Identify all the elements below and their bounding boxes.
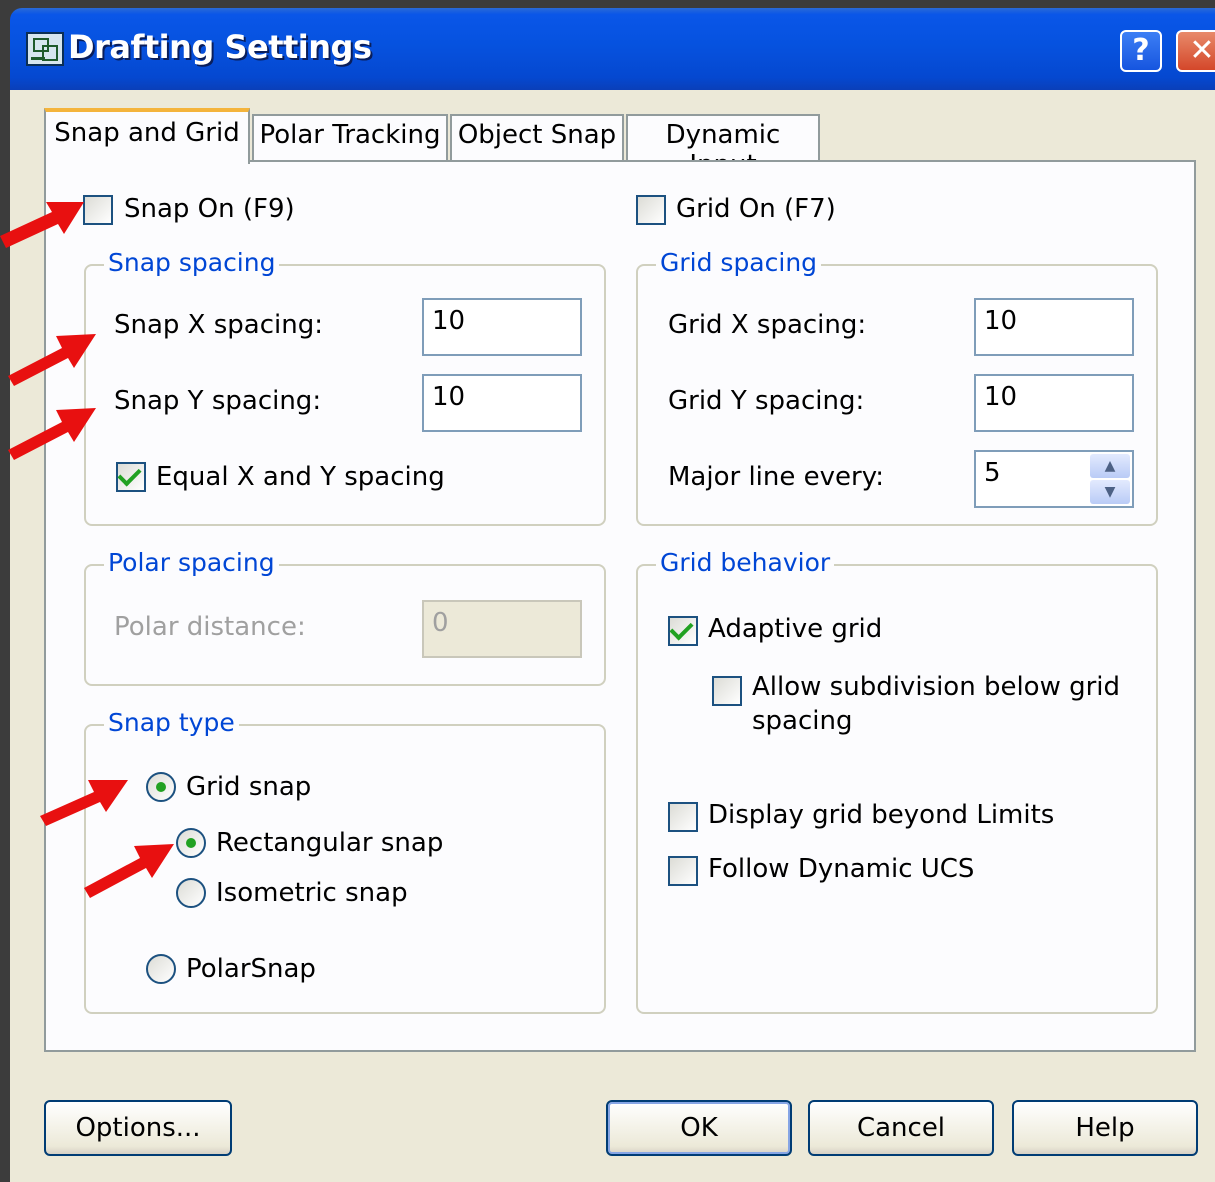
polarsnap-label: PolarSnap [186,954,316,984]
rectangular-snap-radio[interactable] [176,828,206,858]
grid-x-input[interactable]: 10 [974,298,1134,356]
snap-on-label: Snap On (F9) [124,194,295,224]
snap-spacing-group: Snap spacing Snap X spacing: 10 Snap Y s… [84,248,606,526]
spin-up-icon[interactable]: ▲ [1090,454,1130,478]
grid-y-input[interactable]: 10 [974,374,1134,432]
display-beyond-limits-label: Display grid beyond Limits [708,800,1055,830]
drafting-settings-dialog: Drafting Settings ? ✕ Snap and Grid Pola… [0,0,1215,1182]
tab-polar-tracking[interactable]: Polar Tracking [252,114,448,160]
grid-spacing-group: Grid spacing Grid X spacing: 10 Grid Y s… [636,248,1158,526]
snap-x-label: Snap X spacing: [114,310,324,340]
grid-snap-label: Grid snap [186,772,312,802]
isometric-snap-label: Isometric snap [216,878,408,908]
spin-down-icon[interactable]: ▼ [1090,480,1130,504]
drafting-app-icon [26,32,64,66]
help-title-button[interactable]: ? [1120,30,1162,72]
polarsnap-radio[interactable] [146,954,176,984]
close-button[interactable]: ✕ [1176,30,1215,72]
grid-spacing-title: Grid spacing [656,248,822,277]
snap-x-input[interactable]: 10 [422,298,582,356]
polar-spacing-title: Polar spacing [104,548,279,577]
annotation-arrow-rectangular-snap [84,844,174,898]
tab-dynamic-input[interactable]: Dynamic Input [626,114,820,180]
snap-type-title: Snap type [104,708,239,737]
subdivision-label-line1: Allow subdivision below grid [752,672,1121,702]
annotation-arrow-snap-on [0,202,84,248]
help-button[interactable]: Help [1012,1100,1198,1156]
grid-behavior-title: Grid behavior [656,548,835,577]
major-line-label: Major line every: [668,462,884,492]
polar-spacing-group: Polar spacing Polar distance: 0 [84,548,606,686]
display-beyond-limits-checkbox[interactable] [668,802,698,832]
grid-y-label: Grid Y spacing: [668,386,865,416]
snap-and-grid-panel: Snap On (F9) Grid On (F7) Snap spacing S… [44,160,1196,1052]
isometric-snap-radio[interactable] [176,878,206,908]
adaptive-grid-label: Adaptive grid [708,614,883,644]
snap-spacing-title: Snap spacing [104,248,280,277]
subdivision-label-line2: spacing [752,706,853,736]
cancel-button[interactable]: Cancel [808,1100,994,1156]
tab-object-snap[interactable]: Object Snap [450,114,624,160]
grid-behavior-group: Grid behavior Adaptive grid Allow subdiv… [636,548,1158,1014]
options-button[interactable]: Options... [44,1100,232,1156]
grid-on-checkbox[interactable] [636,195,666,225]
title-bar[interactable]: Drafting Settings ? ✕ [10,8,1215,90]
follow-dynamic-ucs-checkbox[interactable] [668,856,698,886]
major-line-stepper[interactable]: 5 ▲ ▼ [974,450,1134,508]
grid-snap-radio[interactable] [146,772,176,802]
dialog-body: Snap and Grid Polar Tracking Object Snap… [10,90,1215,1182]
grid-x-label: Grid X spacing: [668,310,867,340]
snap-y-label: Snap Y spacing: [114,386,322,416]
annotation-arrow-snap-x [8,334,96,386]
polar-distance-label: Polar distance: [114,612,306,642]
equal-spacing-checkbox[interactable] [116,462,146,492]
rectangular-snap-label: Rectangular snap [216,828,444,858]
polar-distance-input: 0 [422,600,582,658]
subdivision-checkbox[interactable] [712,676,742,706]
annotation-arrow-snap-y [8,408,96,460]
follow-dynamic-ucs-label: Follow Dynamic UCS [708,854,975,884]
tab-snap-and-grid[interactable]: Snap and Grid [44,108,250,164]
spinner[interactable]: ▲ ▼ [1088,452,1132,506]
snap-y-input[interactable]: 10 [422,374,582,432]
major-line-value: 5 [984,458,1001,488]
adaptive-grid-checkbox[interactable] [668,616,698,646]
grid-on-label: Grid On (F7) [676,194,836,224]
ok-button[interactable]: OK [606,1100,792,1156]
equal-spacing-label: Equal X and Y spacing [156,462,445,492]
window-title: Drafting Settings [68,28,372,66]
